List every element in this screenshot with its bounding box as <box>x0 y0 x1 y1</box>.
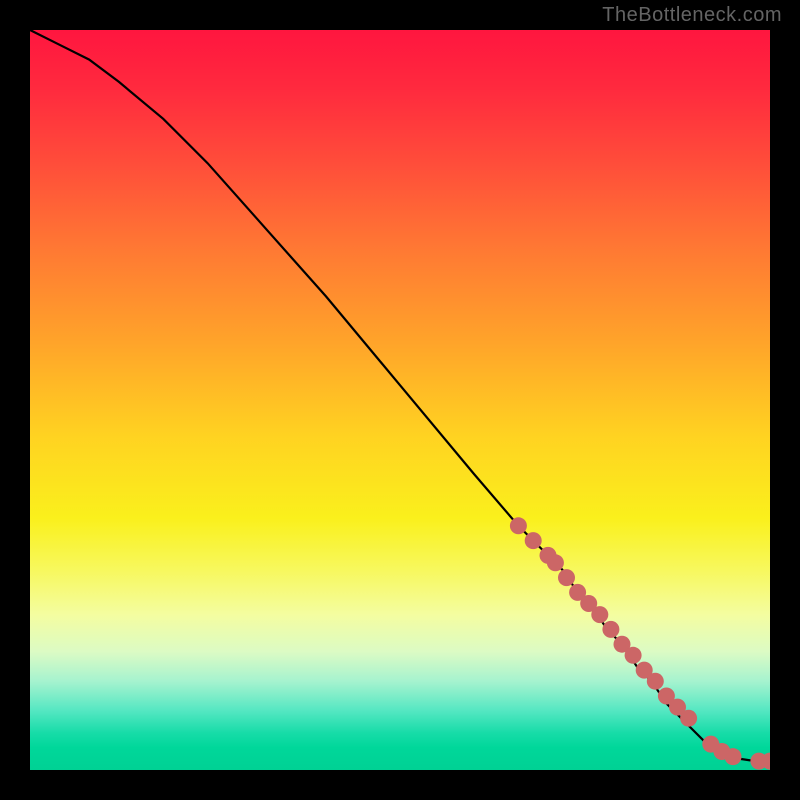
watermark-text: TheBottleneck.com <box>602 4 782 27</box>
highlight-markers <box>510 517 770 769</box>
highlight-marker <box>558 569 575 586</box>
highlight-marker <box>591 606 608 623</box>
chart-curve <box>30 30 770 761</box>
highlight-marker <box>647 673 664 690</box>
chart-svg <box>30 30 770 770</box>
plot-area <box>30 30 770 770</box>
chart-frame: TheBottleneck.com <box>0 0 800 800</box>
highlight-marker <box>680 710 697 727</box>
highlight-marker <box>547 554 564 571</box>
highlight-marker <box>625 647 642 664</box>
highlight-marker <box>510 517 527 534</box>
highlight-marker <box>725 748 742 765</box>
highlight-marker <box>525 532 542 549</box>
highlight-marker <box>602 621 619 638</box>
